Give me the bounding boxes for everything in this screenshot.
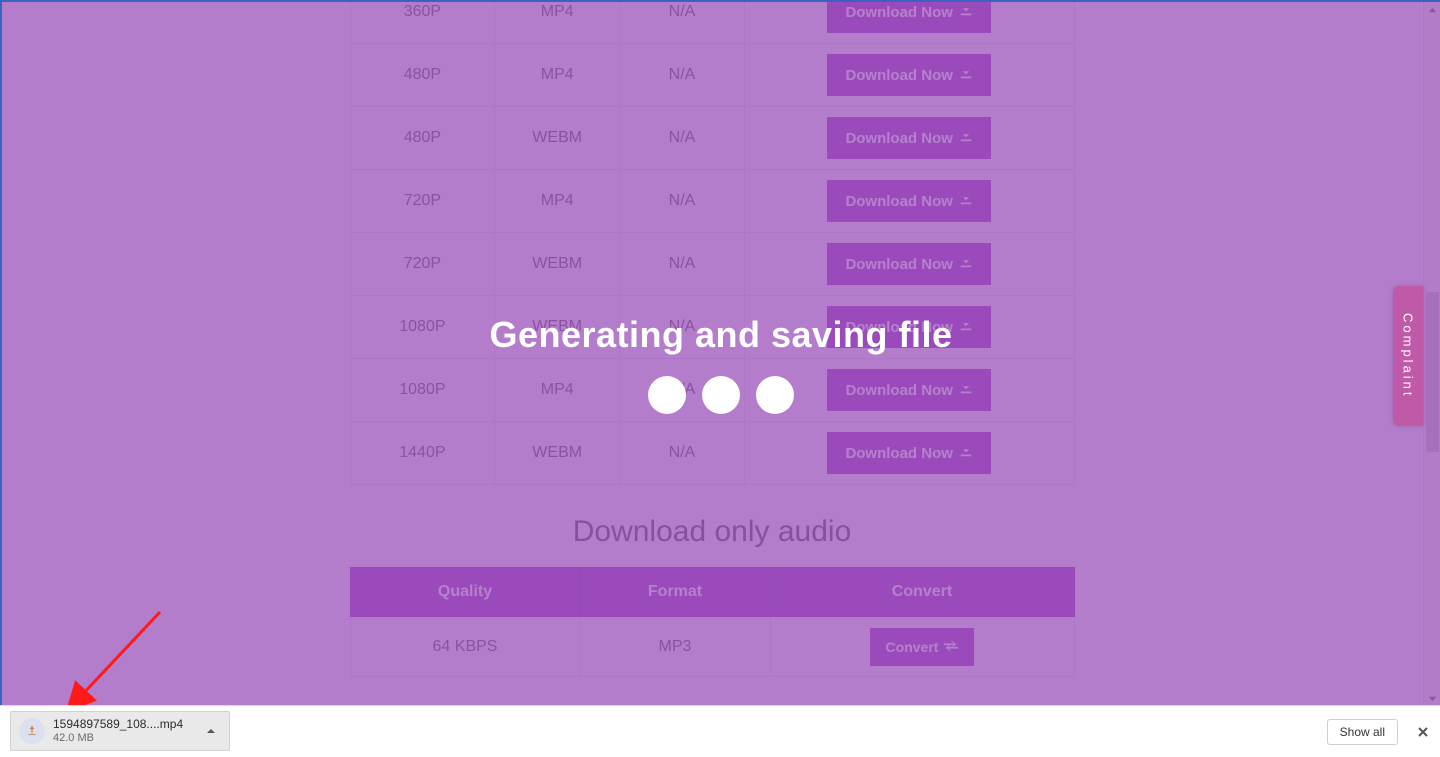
- complaint-tab[interactable]: Complaint: [1393, 286, 1423, 426]
- show-all-downloads-button[interactable]: Show all: [1327, 719, 1398, 745]
- download-chip[interactable]: 1594897589_108....mp4 42.0 MB: [10, 711, 230, 751]
- loading-overlay: Generating and saving file: [2, 2, 1440, 705]
- loading-message: Generating and saving file: [489, 314, 952, 356]
- file-icon: [19, 718, 45, 744]
- download-shelf: 1594897589_108....mp4 42.0 MB Show all: [0, 705, 1440, 757]
- download-file-name: 1594897589_108....mp4: [53, 717, 193, 731]
- loading-dots-icon: [648, 376, 794, 414]
- download-chip-menu-chevron-icon[interactable]: [201, 725, 221, 737]
- close-shelf-icon[interactable]: [1416, 725, 1430, 739]
- download-file-size: 42.0 MB: [53, 732, 193, 745]
